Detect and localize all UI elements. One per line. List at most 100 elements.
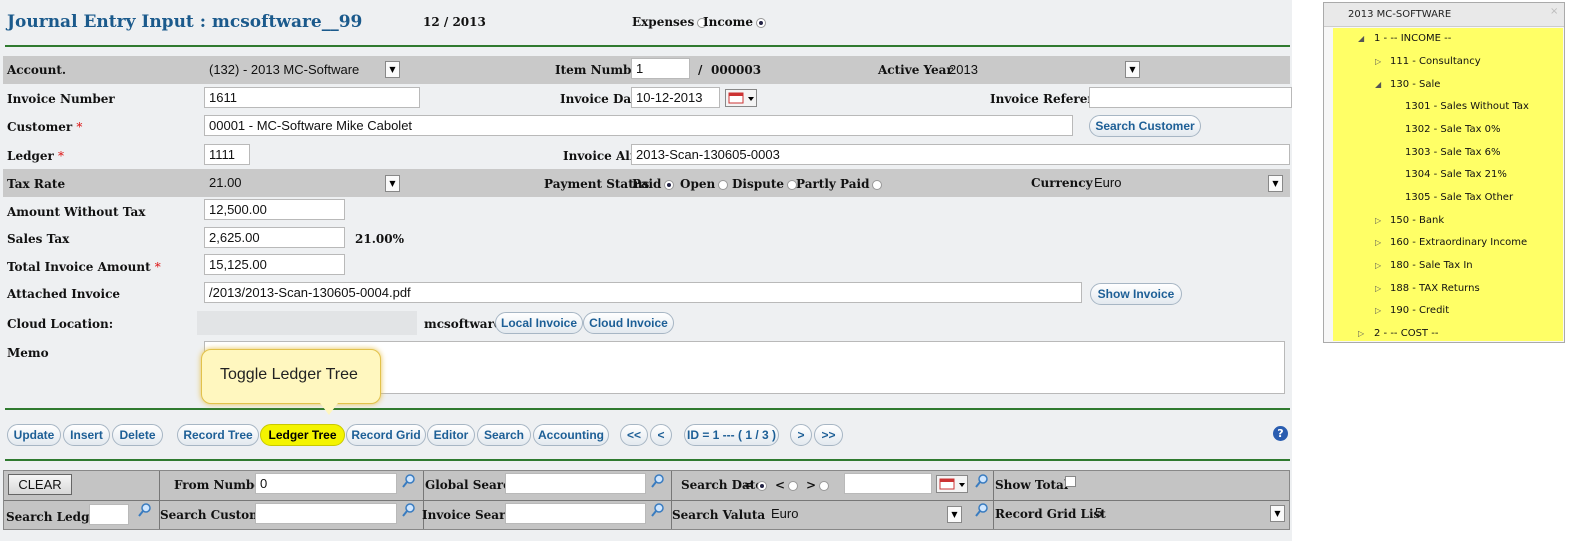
- search-customer-button[interactable]: Search Customer: [1089, 115, 1201, 137]
- currency-select[interactable]: Euro: [1090, 173, 1270, 193]
- last-record-button[interactable]: >>: [814, 424, 843, 446]
- valuta-select[interactable]: Euro: [767, 504, 942, 524]
- show-invoice-button[interactable]: Show Invoice: [1090, 283, 1182, 305]
- from-number-input[interactable]: 0: [255, 473, 397, 494]
- total-invoice-input[interactable]: 15,125.00: [204, 254, 345, 275]
- account-select[interactable]: (132) - 2013 MC-Software: [205, 60, 400, 80]
- search-icon[interactable]: [402, 474, 416, 488]
- editor-button[interactable]: Editor: [427, 424, 475, 446]
- income-option[interactable]: Income: [703, 15, 766, 29]
- record-grid-list-dropdown-icon[interactable]: ▼: [1270, 505, 1285, 522]
- search-icon[interactable]: [975, 503, 989, 517]
- payment-dispute-option[interactable]: Dispute: [732, 177, 798, 191]
- help-icon[interactable]: ?: [1273, 426, 1288, 441]
- collapse-arrow-icon[interactable]: ◢: [1375, 80, 1381, 89]
- paid-radio[interactable]: [664, 179, 675, 190]
- calendar-icon[interactable]: [725, 89, 757, 107]
- tree-node[interactable]: 2 - -- COST --: [1374, 328, 1438, 339]
- amount-without-tax-input[interactable]: 12,500.00: [204, 199, 345, 220]
- payment-partly-paid-option[interactable]: Partly Paid: [796, 177, 883, 191]
- clear-button[interactable]: CLEAR: [8, 474, 72, 495]
- tree-node[interactable]: 150 - Bank: [1390, 215, 1444, 226]
- ledger-input[interactable]: 1111: [204, 144, 250, 165]
- tree-node[interactable]: 1 - -- INCOME --: [1374, 33, 1451, 44]
- invoice-search-input[interactable]: [505, 503, 646, 524]
- invoice-date-input[interactable]: 10-12-2013: [631, 87, 720, 108]
- active-year-select[interactable]: 2013: [945, 60, 1135, 80]
- first-record-button[interactable]: <<: [620, 424, 648, 446]
- record-grid-button[interactable]: Record Grid: [346, 424, 426, 446]
- insert-button[interactable]: Insert: [63, 424, 110, 446]
- search-date-input[interactable]: [844, 473, 932, 494]
- tree-node[interactable]: 1302 - Sale Tax 0%: [1405, 124, 1501, 135]
- search-customer-grid-input[interactable]: [255, 503, 397, 524]
- attached-invoice-input[interactable]: /2013/2013-Scan-130605-0004.pdf: [204, 282, 1082, 303]
- date-greater-radio[interactable]: [819, 480, 830, 491]
- ledger-tree-button[interactable]: Ledger Tree: [260, 424, 345, 446]
- collapse-arrow-icon[interactable]: ◢: [1358, 34, 1364, 43]
- payment-open-option[interactable]: Open: [680, 177, 729, 191]
- previous-record-button[interactable]: <: [650, 424, 672, 446]
- date-op-equal[interactable]: =: [744, 478, 768, 492]
- expenses-option[interactable]: Expenses: [632, 15, 708, 29]
- account-dropdown-icon[interactable]: ▼: [385, 61, 400, 78]
- tree-node[interactable]: 111 - Consultancy: [1390, 56, 1481, 67]
- expand-arrow-icon[interactable]: ▷: [1375, 57, 1381, 66]
- expand-arrow-icon[interactable]: ▷: [1375, 238, 1381, 247]
- date-equal-radio[interactable]: [757, 480, 768, 491]
- memo-label: Memo: [7, 346, 49, 360]
- partly-paid-radio[interactable]: [872, 179, 883, 190]
- currency-dropdown-icon[interactable]: ▼: [1268, 175, 1283, 192]
- tax-rate-dropdown-icon[interactable]: ▼: [385, 175, 400, 192]
- tree-node[interactable]: 1305 - Sale Tax Other: [1405, 192, 1513, 203]
- date-op-less[interactable]: <: [775, 478, 799, 492]
- sales-tax-input[interactable]: 2,625.00: [204, 227, 345, 248]
- search-icon[interactable]: [975, 474, 989, 488]
- open-radio[interactable]: [718, 179, 729, 190]
- date-less-radio[interactable]: [788, 480, 799, 491]
- calendar-icon[interactable]: [936, 475, 968, 493]
- tree-node[interactable]: 188 - TAX Returns: [1390, 283, 1480, 294]
- tree-node[interactable]: 1304 - Sale Tax 21%: [1405, 169, 1507, 180]
- next-record-button[interactable]: >: [790, 424, 812, 446]
- payment-paid-option[interactable]: Paid: [632, 177, 675, 191]
- expand-arrow-icon[interactable]: ▷: [1375, 216, 1381, 225]
- update-button[interactable]: Update: [7, 424, 61, 446]
- expand-arrow-icon[interactable]: ▷: [1358, 329, 1364, 338]
- active-year-dropdown-icon[interactable]: ▼: [1125, 61, 1140, 78]
- tree-node[interactable]: 160 - Extraordinary Income: [1390, 237, 1527, 248]
- date-op-greater[interactable]: >: [806, 478, 830, 492]
- record-grid-list-select[interactable]: 5: [1091, 503, 1266, 523]
- delete-button[interactable]: Delete: [112, 424, 163, 446]
- item-number-input[interactable]: 1: [631, 58, 690, 79]
- invoice-number-input[interactable]: 1611: [204, 87, 420, 108]
- tax-rate-select[interactable]: 21.00: [205, 173, 385, 193]
- expand-arrow-icon[interactable]: ▷: [1375, 284, 1381, 293]
- tree-node[interactable]: 1303 - Sale Tax 6%: [1405, 147, 1501, 158]
- income-radio[interactable]: [755, 17, 766, 28]
- close-icon[interactable]: ×: [1550, 6, 1558, 17]
- global-search-input[interactable]: [505, 473, 646, 494]
- search-ledger-input[interactable]: [89, 504, 129, 525]
- expenses-label: Expenses: [632, 15, 695, 29]
- search-button[interactable]: Search: [477, 424, 531, 446]
- search-icon[interactable]: [138, 503, 152, 517]
- search-icon[interactable]: [402, 503, 416, 517]
- tree-node[interactable]: 1301 - Sales Without Tax: [1405, 101, 1529, 112]
- accounting-button[interactable]: Accounting: [533, 424, 609, 446]
- invoice-alias-input[interactable]: 2013-Scan-130605-0003: [631, 144, 1290, 165]
- local-invoice-button[interactable]: Local Invoice: [495, 312, 583, 334]
- show-total-checkbox[interactable]: [1065, 476, 1076, 487]
- tree-node[interactable]: 130 - Sale: [1390, 79, 1440, 90]
- expand-arrow-icon[interactable]: ▷: [1375, 261, 1381, 270]
- valuta-dropdown-icon[interactable]: ▼: [947, 506, 962, 523]
- expand-arrow-icon[interactable]: ▷: [1375, 306, 1381, 315]
- customer-input[interactable]: 00001 - MC-Software Mike Cabolet: [204, 115, 1073, 136]
- tree-node[interactable]: 180 - Sale Tax In: [1390, 260, 1473, 271]
- tree-node[interactable]: 190 - Credit: [1390, 305, 1449, 316]
- cloud-invoice-button[interactable]: Cloud Invoice: [583, 312, 674, 334]
- search-icon[interactable]: [651, 503, 665, 517]
- search-icon[interactable]: [651, 474, 665, 488]
- record-tree-button[interactable]: Record Tree: [177, 424, 259, 446]
- invoice-reference-input[interactable]: [1089, 87, 1292, 108]
